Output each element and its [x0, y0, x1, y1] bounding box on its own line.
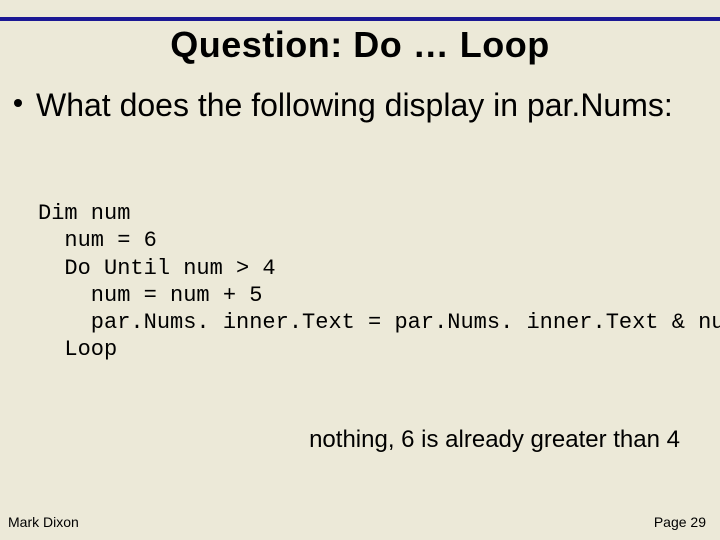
- title-divider: [0, 17, 720, 21]
- answer-text: nothing, 6 is already greater than 4: [0, 426, 680, 454]
- footer-author: Mark Dixon: [8, 514, 79, 530]
- footer-page: Page 29: [654, 514, 706, 530]
- bullet-icon: [14, 99, 22, 107]
- code-block: Dim num num = 6 Do Until num > 4 num = n…: [38, 200, 720, 364]
- bullet-item: What does the following display in par.N…: [14, 86, 700, 125]
- slide-title: Question: Do … Loop: [0, 24, 720, 66]
- bullet-text: What does the following display in par.N…: [36, 86, 700, 125]
